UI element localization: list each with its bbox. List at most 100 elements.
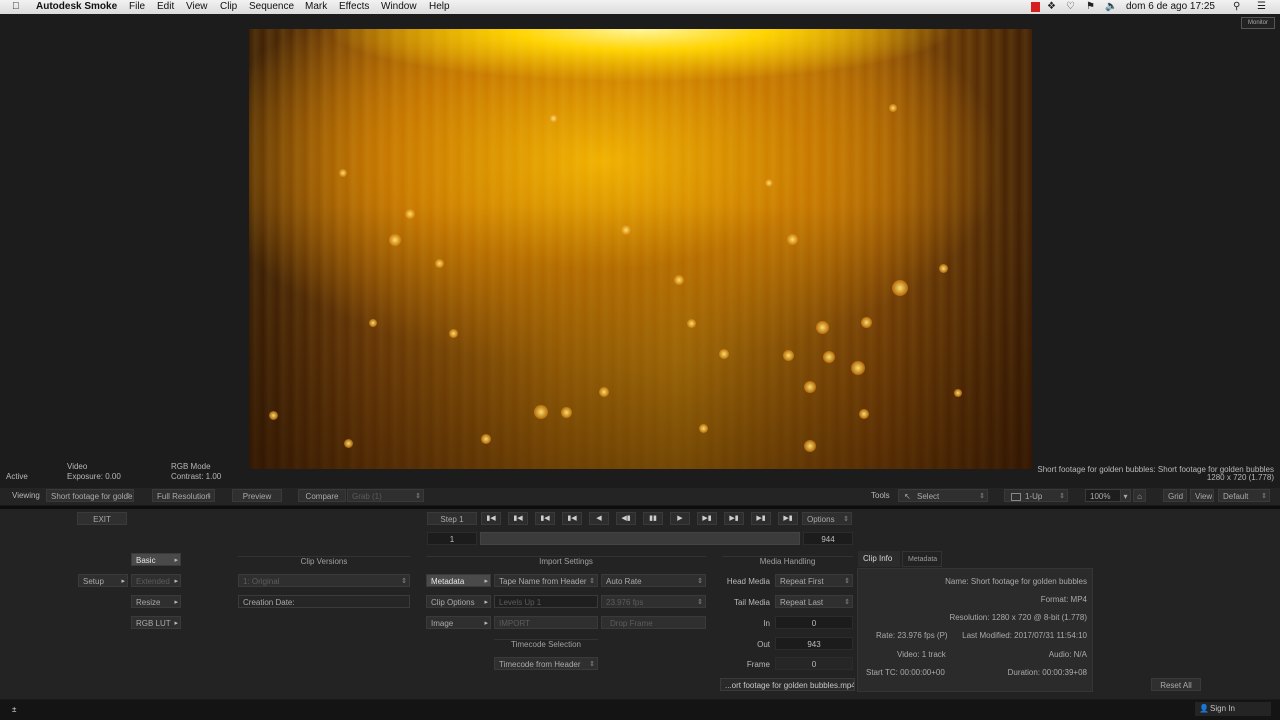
- clock[interactable]: dom 6 de ago 17:25: [1126, 1, 1215, 12]
- step-forward-icon[interactable]: ▶▮: [697, 512, 717, 525]
- play-icon[interactable]: ▶: [670, 512, 690, 525]
- resolution-select[interactable]: Full Resolution: [152, 489, 215, 502]
- apple-icon[interactable]: : [12, 1, 20, 12]
- step-button[interactable]: Step 1: [427, 512, 477, 525]
- monitor-button[interactable]: Monitor: [1241, 17, 1275, 29]
- record-icon[interactable]: [1031, 2, 1040, 12]
- timeline-scrubber[interactable]: [480, 532, 800, 545]
- home-icon[interactable]: ⌂: [1133, 489, 1146, 502]
- dropbox-icon[interactable]: ❖: [1047, 1, 1056, 12]
- menu-effects[interactable]: Effects: [339, 1, 369, 12]
- out-label: Out: [757, 640, 770, 649]
- clip-info-tab[interactable]: Clip Info: [858, 551, 900, 567]
- next-keyframe-icon[interactable]: ▶▮: [724, 512, 744, 525]
- tail-media-label: Tail Media: [733, 598, 770, 607]
- levels-field[interactable]: Levels Up 1: [494, 595, 598, 608]
- menu-sequence[interactable]: Sequence: [249, 1, 294, 12]
- stop-icon[interactable]: ▮▮: [643, 512, 663, 525]
- select-tool-select[interactable]: ↖ Select: [898, 489, 988, 502]
- setup-button[interactable]: Setup: [78, 574, 128, 587]
- clip-start-tc: Start TC: 00:00:00+00: [866, 668, 945, 677]
- menu-clip[interactable]: Clip: [220, 1, 237, 12]
- heart-icon[interactable]: ♡: [1066, 1, 1075, 12]
- step-back-icon[interactable]: ◀▮: [616, 512, 636, 525]
- menu-help[interactable]: Help: [429, 1, 450, 12]
- app-name[interactable]: Autodesk Smoke: [36, 1, 117, 12]
- options-select[interactable]: Options: [802, 512, 852, 525]
- go-to-end-icon[interactable]: ▶▮: [778, 512, 798, 525]
- extended-tab-button[interactable]: Extended: [131, 574, 181, 587]
- viewer-status: Active: [6, 472, 28, 481]
- layout-select[interactable]: 1-Up: [1004, 489, 1068, 502]
- clip-options-tab-button[interactable]: Clip Options: [426, 595, 491, 608]
- clip-versions-heading: Clip Versions: [238, 556, 410, 566]
- frame-label: Frame: [746, 660, 770, 669]
- arrow-cursor-icon: ↖: [904, 492, 911, 501]
- head-media-select[interactable]: Repeat First: [775, 574, 853, 587]
- menu-mark[interactable]: Mark: [305, 1, 327, 12]
- default-select[interactable]: Default: [1218, 489, 1270, 502]
- video-label: Video: [67, 462, 88, 471]
- resize-tab-button[interactable]: Resize: [131, 595, 181, 608]
- search-icon[interactable]: ⚲: [1233, 1, 1240, 12]
- timecode-selection-heading: Timecode Selection: [494, 639, 598, 649]
- exposure-readout: Exposure: 0.00: [67, 472, 121, 481]
- preview-button[interactable]: Preview: [232, 489, 282, 502]
- compare-button[interactable]: Compare: [298, 489, 346, 502]
- play-reverse-icon[interactable]: ◀: [589, 512, 609, 525]
- metadata-tab[interactable]: Metadata: [902, 551, 942, 567]
- frame-field[interactable]: 0: [775, 657, 853, 670]
- notification-list-icon[interactable]: ☰: [1257, 1, 1266, 12]
- clip-audio-readout: Audio: N/A: [1048, 650, 1087, 659]
- menu-view[interactable]: View: [186, 1, 208, 12]
- frame-rate-mode-select[interactable]: Auto Rate: [601, 574, 706, 587]
- view-button[interactable]: View: [1190, 489, 1214, 502]
- zoom-dropdown-icon[interactable]: ▾: [1120, 489, 1131, 502]
- drop-frame-toggle[interactable]: Drop Frame: [601, 616, 706, 629]
- zoom-field[interactable]: 100%: [1085, 489, 1121, 502]
- out-field[interactable]: 943: [775, 637, 853, 650]
- end-frame-field[interactable]: 944: [803, 532, 853, 545]
- sign-in-button[interactable]: 👤 Sign In: [1195, 702, 1271, 716]
- grid-button[interactable]: Grid: [1163, 489, 1187, 502]
- start-frame-field[interactable]: 1: [427, 532, 477, 545]
- rgb-lut-tab-button[interactable]: RGB LUT: [131, 616, 181, 629]
- volume-icon[interactable]: 🔈: [1105, 1, 1117, 12]
- import-button[interactable]: IMPORT: [494, 616, 598, 629]
- prev-mark-icon[interactable]: ▮◀: [535, 512, 555, 525]
- clip-video-tracks: Video: 1 track: [897, 650, 946, 659]
- reset-all-button[interactable]: Reset All: [1151, 678, 1201, 691]
- image-tab-button[interactable]: Image: [426, 616, 491, 629]
- clip-name-readout: Name: Short footage for golden bubbles: [945, 577, 1087, 586]
- clip-duration: Duration: 00:00:39+08: [1007, 668, 1087, 677]
- flag-icon[interactable]: ⚑: [1086, 1, 1095, 12]
- menu-edit[interactable]: Edit: [157, 1, 174, 12]
- go-to-start-icon[interactable]: ▮◀: [481, 512, 501, 525]
- fps-select[interactable]: 23.976 fps: [601, 595, 706, 608]
- prev-keyframe-icon[interactable]: ▮◀: [562, 512, 582, 525]
- in-field[interactable]: 0: [775, 616, 853, 629]
- status-bar: [0, 700, 1280, 720]
- clip-last-modified: Last Modified: 2017/07/31 11:54:10: [962, 631, 1087, 640]
- viewing-label: Viewing: [12, 491, 40, 500]
- tape-name-select[interactable]: Tape Name from Header: [494, 574, 598, 587]
- viewing-select[interactable]: Short footage for golde: [46, 489, 134, 502]
- basic-tab-button[interactable]: Basic: [131, 553, 181, 566]
- tail-media-select[interactable]: Repeat Last: [775, 595, 853, 608]
- clip-info-box: Name: Short footage for golden bubbles F…: [857, 568, 1093, 692]
- clip-resolution-readout: 1280 x 720 (1.778): [1206, 473, 1274, 482]
- grab-select[interactable]: Grab (1): [347, 489, 424, 502]
- metadata-tab-button[interactable]: Metadata: [426, 574, 491, 587]
- clip-version-select[interactable]: 1: Original: [238, 574, 410, 587]
- menu-window[interactable]: Window: [381, 1, 417, 12]
- layout-icon: [1011, 493, 1021, 501]
- rgb-mode-label: RGB Mode: [171, 462, 211, 471]
- clip-format-readout: Format: MP4: [1040, 595, 1087, 604]
- timecode-select[interactable]: Timecode from Header: [494, 657, 598, 670]
- user-icon: 👤: [1199, 704, 1209, 713]
- clip-resolution-info: Resolution: 1280 x 720 @ 8-bit (1.778): [949, 613, 1087, 622]
- next-mark-icon[interactable]: ▶▮: [751, 512, 771, 525]
- menu-file[interactable]: File: [129, 1, 145, 12]
- exit-button[interactable]: EXIT: [77, 512, 127, 525]
- prev-segment-icon[interactable]: ▮◀: [508, 512, 528, 525]
